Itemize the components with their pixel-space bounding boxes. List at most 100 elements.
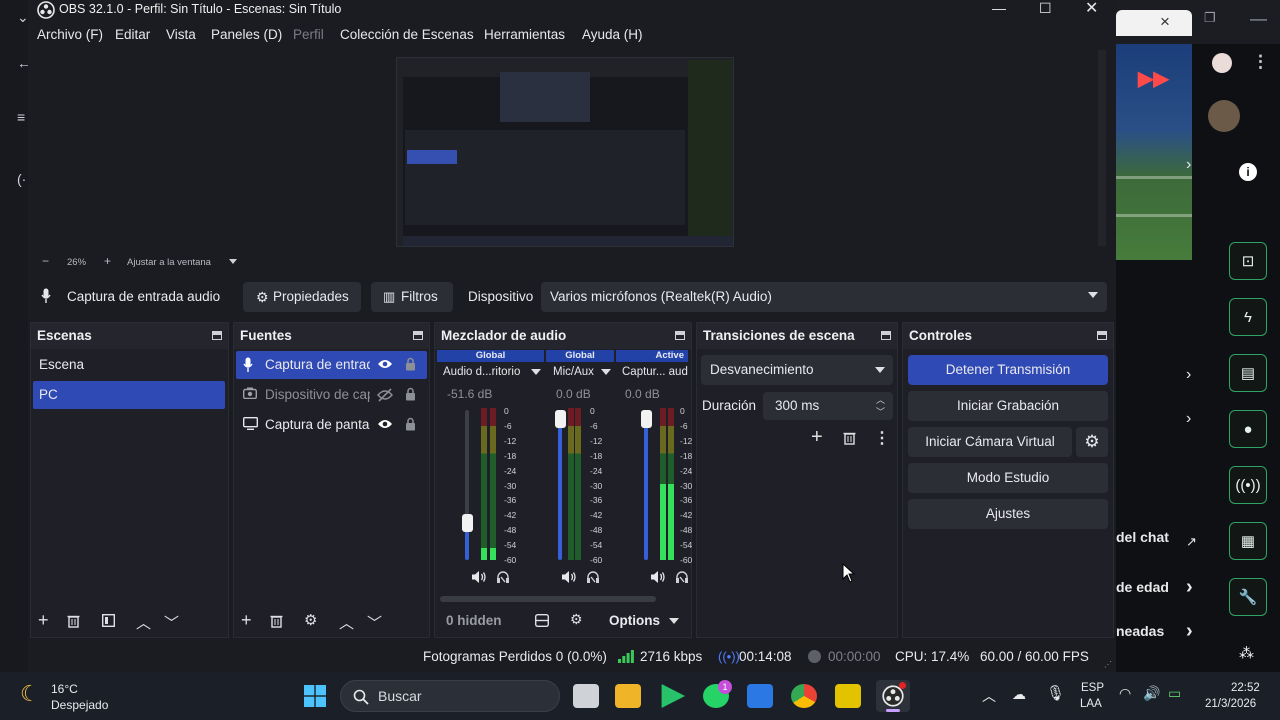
move-down-icon[interactable]: ﹀	[164, 612, 179, 633]
filters-button[interactable]: ▥ Filtros	[371, 282, 453, 312]
speaker-icon[interactable]	[650, 570, 666, 584]
avatar[interactable]	[1208, 100, 1240, 132]
info-icon[interactable]: i	[1239, 163, 1257, 181]
menu-ayuda[interactable]: Ayuda (H)	[582, 27, 643, 42]
other-text[interactable]: neadas	[1116, 623, 1164, 639]
volume-slider-handle[interactable]	[554, 410, 566, 428]
scene-item-escena[interactable]: Escena	[33, 351, 225, 379]
hidden-count[interactable]: 0 hidden	[446, 613, 502, 628]
undock-icon[interactable]	[413, 331, 423, 340]
settings-button[interactable]: Ajustes	[908, 499, 1108, 529]
chevron-right-icon[interactable]: ›	[1186, 156, 1191, 174]
chevron-up-icon[interactable]: ︿	[982, 686, 996, 706]
age-text[interactable]: de edad	[1116, 579, 1169, 595]
advanced-audio-icon[interactable]: ⚙	[570, 611, 583, 628]
wrench-icon[interactable]: 🔧	[1229, 578, 1267, 616]
mixer-scrollbar[interactable]	[440, 596, 656, 602]
chat-icon[interactable]: ●	[1229, 410, 1267, 448]
layout-icon[interactable]: ▦	[1229, 522, 1267, 560]
minimize-icon[interactable]: —	[1250, 9, 1267, 29]
chevron-right-icon[interactable]: ›	[1186, 620, 1193, 643]
taskbar-search[interactable]: Buscar	[340, 680, 560, 712]
language-bottom[interactable]: LAA	[1080, 698, 1102, 710]
broadcast-icon[interactable]: ((•))	[1229, 466, 1267, 504]
scene-item-pc[interactable]: PC	[33, 381, 225, 409]
properties-button[interactable]: ⚙ Propiedades	[243, 282, 361, 312]
chevron-right-icon[interactable]: ›	[1186, 366, 1191, 384]
eye-icon[interactable]	[377, 418, 393, 430]
lock-icon[interactable]	[405, 387, 416, 401]
browser-tab[interactable]: ×	[1116, 10, 1192, 36]
device-select[interactable]: Varios micrófonos (Realtek(R) Audio)	[541, 282, 1107, 312]
restore-icon[interactable]: ❐	[1204, 10, 1216, 26]
move-up-icon[interactable]: ︿	[339, 612, 354, 633]
close-tab-icon[interactable]: ×	[1160, 12, 1170, 32]
start-virtual-camera-button[interactable]: Iniciar Cámara Virtual	[908, 427, 1072, 457]
chevron-down-icon[interactable]	[669, 618, 679, 624]
trash-icon[interactable]	[843, 431, 856, 445]
source-item-audio-capture[interactable]: Captura de entrada audio	[236, 351, 427, 379]
speaker-icon[interactable]	[561, 570, 577, 584]
file-explorer-icon[interactable]	[615, 684, 641, 708]
speaker-icon[interactable]	[471, 570, 487, 584]
volume-slider-handle[interactable]	[461, 513, 473, 532]
headphones-off-icon[interactable]	[586, 570, 600, 584]
lightning-icon[interactable]: ϟ	[1229, 298, 1267, 336]
minimize-icon[interactable]: —	[992, 0, 1006, 16]
chevron-down-icon[interactable]	[601, 369, 611, 375]
maximize-icon[interactable]: ☐	[1039, 0, 1052, 17]
stop-streaming-button[interactable]: Detener Transmisión	[908, 355, 1108, 385]
spin-down-icon[interactable]: ﹀	[876, 405, 885, 418]
zoom-caret-icon[interactable]	[229, 259, 237, 264]
windows-start-icon[interactable]	[304, 685, 326, 707]
lock-icon[interactable]	[405, 417, 416, 431]
eye-icon[interactable]	[377, 358, 393, 370]
add-source-icon[interactable]: +	[241, 610, 252, 631]
volume-slider-track[interactable]	[465, 410, 469, 560]
more-options-icon[interactable]: ⋮	[874, 428, 890, 448]
menu-paneles[interactable]: Paneles (D)	[211, 27, 282, 42]
source-item-screen-capture[interactable]: Captura de pantalla	[236, 411, 427, 439]
volume-slider-handle[interactable]	[640, 410, 652, 428]
mixer-layout-icon[interactable]	[535, 614, 549, 627]
wifi-icon[interactable]: ◠	[1119, 685, 1131, 702]
more-menu-icon[interactable]: ⋮	[1252, 52, 1269, 72]
undock-icon[interactable]	[675, 331, 685, 340]
eye-hidden-icon[interactable]	[377, 388, 393, 402]
scene-filters-icon[interactable]	[102, 614, 115, 627]
task-view-icon[interactable]	[573, 684, 599, 708]
chevron-down-icon[interactable]	[531, 369, 541, 375]
clock-time[interactable]: 22:52	[1231, 682, 1260, 694]
cloud-icon[interactable]: ☁	[1012, 686, 1026, 703]
studio-mode-button[interactable]: Modo Estudio	[908, 463, 1108, 493]
trash-icon[interactable]	[67, 614, 80, 628]
screenshot-icon[interactable]: ⊡	[1229, 242, 1267, 280]
volume-slider-track[interactable]	[644, 410, 648, 560]
menu-coleccion-escenas[interactable]: Colección de Escenas	[340, 27, 474, 42]
clock-date[interactable]: 21/3/2026	[1205, 698, 1256, 710]
start-recording-button[interactable]: Iniciar Grabación	[908, 391, 1108, 421]
duration-spinbox[interactable]: 300 ms ︿ ﹀	[763, 392, 893, 420]
transition-select[interactable]: Desvanecimiento	[701, 355, 893, 385]
trash-icon[interactable]	[270, 614, 283, 628]
preview-scrollbar[interactable]	[1098, 50, 1106, 246]
move-up-icon[interactable]: ︿	[136, 612, 151, 633]
volume-slider-track[interactable]	[558, 410, 562, 560]
gear-icon[interactable]: ⚙	[304, 611, 317, 629]
notes-icon[interactable]: ▤	[1229, 354, 1267, 392]
weather-desc[interactable]: Despejado	[51, 698, 108, 712]
language-top[interactable]: ESP	[1081, 682, 1104, 694]
close-icon[interactable]: ✕	[1085, 0, 1098, 18]
move-down-icon[interactable]: ﹀	[367, 612, 382, 633]
apps-icon[interactable]: ⁂	[1239, 644, 1254, 662]
fit-window-label[interactable]: Ajustar a la ventana	[127, 257, 211, 268]
menu-herramientas[interactable]: Herramientas	[484, 27, 565, 42]
zoom-out-icon[interactable]: −	[42, 254, 49, 268]
chrome-icon[interactable]	[791, 684, 817, 708]
chat-popout-text[interactable]: del chat	[1116, 529, 1169, 545]
undock-icon[interactable]	[1097, 331, 1107, 340]
undock-icon[interactable]	[212, 331, 222, 340]
zoom-in-icon[interactable]: +	[104, 254, 111, 268]
add-scene-icon[interactable]: +	[38, 610, 49, 631]
chevron-right-icon[interactable]: ›	[1186, 410, 1191, 428]
